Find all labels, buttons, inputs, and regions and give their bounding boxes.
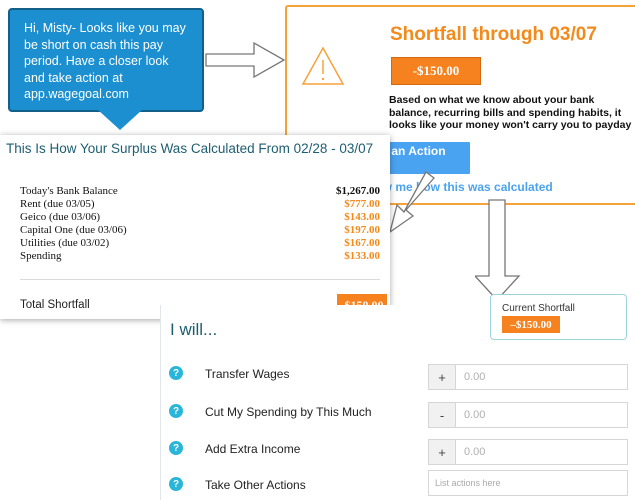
- current-shortfall-label: Current Shortfall: [502, 303, 575, 314]
- surplus-divider: [20, 279, 380, 280]
- arrow-right-icon: [205, 41, 286, 79]
- help-icon[interactable]: ?: [169, 477, 183, 491]
- total-shortfall-label: Total Shortfall: [20, 299, 90, 311]
- surplus-row-amount: $133.00: [344, 250, 380, 262]
- surplus-row-amount: $1,267.00: [336, 185, 380, 197]
- help-icon[interactable]: ?: [169, 404, 183, 418]
- surplus-row-label: Capital One (due 03/06): [20, 224, 127, 236]
- plus-icon: +: [429, 365, 456, 389]
- surplus-row-amount: $197.00: [344, 224, 380, 236]
- plus-icon: +: [429, 440, 456, 464]
- option-label-transfer-wages: Transfer Wages: [205, 367, 290, 381]
- surplus-row-amount: $777.00: [344, 198, 380, 210]
- surplus-row-label: Utilities (due 03/02): [20, 237, 110, 249]
- extra-income-input[interactable]: + 0.00: [428, 439, 628, 465]
- notification-bubble-tail: [98, 110, 142, 130]
- option-label-cut-spending: Cut My Spending by This Much: [205, 405, 372, 419]
- cut-spending-input[interactable]: - 0.00: [428, 402, 628, 428]
- arrow-down-left-icon: [388, 171, 435, 234]
- option-label-extra-income: Add Extra Income: [205, 442, 301, 456]
- surplus-row-label: Today's Bank Balance: [20, 185, 118, 197]
- shortfall-description: Based on what we know about your bank ba…: [389, 94, 632, 131]
- option-label-other-actions: Take Other Actions: [205, 478, 306, 492]
- shortfall-title: Shortfall through 03/07: [390, 24, 597, 45]
- minus-icon: -: [429, 403, 456, 427]
- arrow-down-icon: [475, 199, 521, 301]
- shortfall-amount-badge: -$150.00: [391, 57, 481, 85]
- notification-bubble: Hi, Misty- Looks like you may be short o…: [8, 8, 204, 112]
- cut-spending-value[interactable]: 0.00: [456, 403, 485, 427]
- help-icon[interactable]: ?: [169, 441, 183, 455]
- extra-income-value[interactable]: 0.00: [456, 440, 485, 464]
- transfer-wages-value[interactable]: 0.00: [456, 365, 485, 389]
- surplus-row-label: Rent (due 03/05): [20, 198, 95, 210]
- other-actions-input[interactable]: List actions here: [428, 470, 628, 496]
- notification-bubble-text: Hi, Misty- Looks like you may be short o…: [24, 21, 186, 101]
- surplus-row-label: Geico (due 03/06): [20, 211, 101, 223]
- surplus-row-label: Spending: [20, 250, 62, 262]
- surplus-title: This Is How Your Surplus Was Calculated …: [6, 141, 374, 156]
- current-shortfall-badge: –$150.00: [502, 316, 560, 333]
- surplus-row-amount: $167.00: [344, 237, 380, 249]
- help-icon[interactable]: ?: [169, 366, 183, 380]
- warning-triangle-icon: [301, 46, 345, 85]
- action-plan-title: I will...: [170, 320, 218, 339]
- transfer-wages-input[interactable]: + 0.00: [428, 364, 628, 390]
- surplus-row-amount: $143.00: [344, 211, 380, 223]
